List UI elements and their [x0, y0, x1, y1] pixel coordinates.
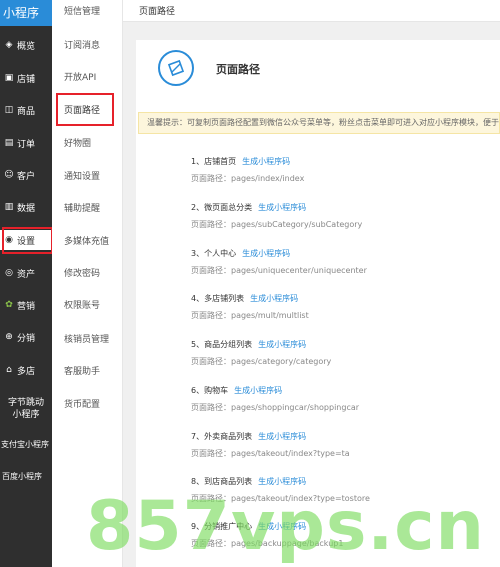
entry-name: 9、分销推广中心: [191, 522, 253, 531]
sidebar-item-alipay[interactable]: 支付宝小程序: [0, 434, 52, 454]
entry-name: 2、微页面总分类: [191, 203, 253, 212]
list-item: 3、个人中心 生成小程序码 页面路径：pages/uniquecenter/uni…: [191, 248, 367, 276]
store-icon: ▣: [4, 73, 14, 83]
sidebar-item-label: 数据: [17, 203, 36, 214]
entry-name: 1、店铺首页: [191, 157, 237, 166]
sidebar-item-marketing[interactable]: ✿ 营销: [0, 295, 52, 315]
submenu-item-verifier[interactable]: 核销员管理: [64, 332, 109, 345]
generate-qrcode-link[interactable]: 生成小程序码: [258, 477, 306, 486]
goods-icon: ◫: [4, 105, 14, 115]
sidebar-item-baidu[interactable]: 百度小程序: [0, 466, 52, 486]
entry-path: 页面路径：pages/uniquecenter/uniquecenter: [191, 266, 367, 275]
entry-path: 页面路径：pages/index/index: [191, 174, 305, 183]
entry-name: 8、到店商品列表: [191, 477, 253, 486]
multistore-icon: ⌂: [6, 365, 12, 375]
entry-path: 页面路径：pages/backuppage/backup1: [191, 539, 344, 548]
customer-icon: ☺: [4, 170, 14, 180]
submenu-item-open-api[interactable]: 开放API: [64, 70, 96, 83]
compass-icon: [158, 50, 194, 86]
entry-path: 页面路径：pages/subCategory/subCategory: [191, 220, 363, 229]
sidebar-item-label: 订单: [17, 139, 36, 150]
page-title: 页面路径: [216, 63, 260, 76]
sidebar-item-goods[interactable]: ◫ 商品: [0, 100, 52, 120]
submenu-item-reminder[interactable]: 辅助提醒: [64, 201, 100, 214]
submenu-item-permission[interactable]: 权限账号: [64, 298, 100, 311]
submenu-item-currency[interactable]: 货币配置: [64, 397, 100, 410]
sidebar-item-label: 商品: [17, 106, 36, 117]
main-sidebar: 小程序 ◈ 概览 ▣ 店铺 ◫ 商品 ▤ 订单 ☺ 客户 ▥ 数据 ◉ 设置 ◎…: [0, 0, 52, 567]
order-icon: ▤: [4, 138, 14, 148]
sidebar-item-assets[interactable]: ◎ 资产: [0, 263, 52, 283]
marketing-icon: ✿: [5, 300, 13, 310]
assets-icon: ◎: [5, 268, 13, 278]
entry-path: 页面路径：pages/takeout/index?type=ta: [191, 449, 350, 458]
entry-path: 页面路径：pages/category/category: [191, 357, 332, 366]
entry-name: 3、个人中心: [191, 249, 237, 258]
submenu-item-goods-circle[interactable]: 好物圈: [64, 136, 91, 149]
sidebar-item-overview[interactable]: ◈ 概览: [0, 35, 52, 55]
sidebar-item-label: 支付宝小程序: [1, 439, 49, 449]
generate-qrcode-link[interactable]: 生成小程序码: [258, 522, 306, 531]
submenu-item-subscribe[interactable]: 订阅消息: [64, 38, 100, 51]
sidebar-item-customer[interactable]: ☺ 客户: [0, 165, 52, 185]
generate-qrcode-link[interactable]: 生成小程序码: [242, 157, 290, 166]
generate-qrcode-link[interactable]: 生成小程序码: [258, 203, 306, 212]
submenu-item-media-recharge[interactable]: 多媒体充值: [64, 234, 109, 247]
generate-qrcode-link[interactable]: 生成小程序码: [258, 340, 306, 349]
list-item: 4、多店铺列表 生成小程序码 页面路径：pages/mult/multlist: [191, 293, 309, 321]
submenu-item-password[interactable]: 修改密码: [64, 266, 100, 279]
entry-name: 7、外卖商品列表: [191, 432, 253, 441]
generate-qrcode-link[interactable]: 生成小程序码: [250, 294, 298, 303]
sidebar-item-multistore[interactable]: ⌂ 多店: [0, 360, 52, 380]
submenu-item-service[interactable]: 客服助手: [64, 364, 100, 377]
sidebar-item-label: 多店: [17, 366, 36, 377]
generate-qrcode-link[interactable]: 生成小程序码: [234, 386, 282, 395]
sidebar-item-store[interactable]: ▣ 店铺: [0, 68, 52, 88]
entry-path: 页面路径：pages/takeout/index?type=tostore: [191, 494, 370, 503]
list-item: 6、购物车 生成小程序码 页面路径：pages/shoppingcar/shopp…: [191, 385, 359, 413]
list-item: 7、外卖商品列表 生成小程序码 页面路径：pages/takeout/index?…: [191, 431, 350, 459]
top-breadcrumb-bar: 页面路径: [123, 0, 500, 22]
sidebar-item-label: 店铺: [17, 74, 36, 85]
entry-name: 4、多店铺列表: [191, 294, 245, 303]
generate-qrcode-link[interactable]: 生成小程序码: [258, 432, 306, 441]
main-content-card: 页面路径 温馨提示：可复制页面路径配置到微信公众号菜单等，粉丝点击菜单即可进入对…: [136, 40, 500, 567]
list-item: 8、到店商品列表 生成小程序码 页面路径：pages/takeout/index?…: [191, 476, 370, 504]
distribution-icon: ⊕: [5, 332, 13, 342]
list-item: 2、微页面总分类 生成小程序码 页面路径：pages/subCategory/su…: [191, 202, 362, 230]
app-brand: 小程序: [0, 0, 52, 26]
notice-banner: 温馨提示：可复制页面路径配置到微信公众号菜单等，粉丝点击菜单即可进入对应小程序模…: [138, 112, 500, 134]
sidebar-item-order[interactable]: ▤ 订单: [0, 133, 52, 153]
sidebar-item-distribution[interactable]: ⊕ 分销: [0, 327, 52, 347]
submenu-item-notify[interactable]: 通知设置: [64, 169, 100, 182]
settings-highlight-box: [2, 227, 53, 254]
sidebar-item-label: 资产: [17, 269, 36, 280]
sidebar-item-label: 百度小程序: [2, 471, 42, 481]
entry-name: 6、购物车: [191, 386, 229, 395]
sidebar-item-label: 客户: [17, 171, 36, 182]
entry-name: 5、商品分组列表: [191, 340, 253, 349]
overview-icon: ◈: [5, 40, 13, 50]
settings-submenu: 短信管理 订阅消息 开放API 页面路径 好物圈 通知设置 辅助提醒 多媒体充值…: [52, 0, 123, 567]
data-icon: ▥: [4, 202, 14, 212]
breadcrumb: 页面路径: [139, 7, 176, 17]
sidebar-item-label: 字节跳动: [7, 398, 44, 408]
generate-qrcode-link[interactable]: 生成小程序码: [242, 249, 290, 258]
page-path-highlight-box: [56, 93, 114, 126]
list-item: 1、店铺首页 生成小程序码 页面路径：pages/index/index: [191, 156, 304, 184]
sidebar-item-bytedance[interactable]: 字节跳动 小程序: [0, 394, 52, 424]
list-item: 5、商品分组列表 生成小程序码 页面路径：pages/category/categ…: [191, 339, 331, 367]
sidebar-item-label: 营销: [17, 301, 36, 312]
entry-path: 页面路径：pages/mult/multlist: [191, 311, 309, 320]
list-item: 9、分销推广中心 生成小程序码 页面路径：pages/backuppage/bac…: [191, 521, 343, 549]
entry-path: 页面路径：pages/shoppingcar/shoppingcar: [191, 403, 360, 412]
submenu-item-sms[interactable]: 短信管理: [64, 4, 100, 17]
sidebar-item-label: 小程序: [12, 410, 40, 420]
sidebar-item-data[interactable]: ▥ 数据: [0, 197, 52, 217]
sidebar-item-label: 概览: [17, 41, 36, 52]
sidebar-item-label: 分销: [17, 333, 36, 344]
